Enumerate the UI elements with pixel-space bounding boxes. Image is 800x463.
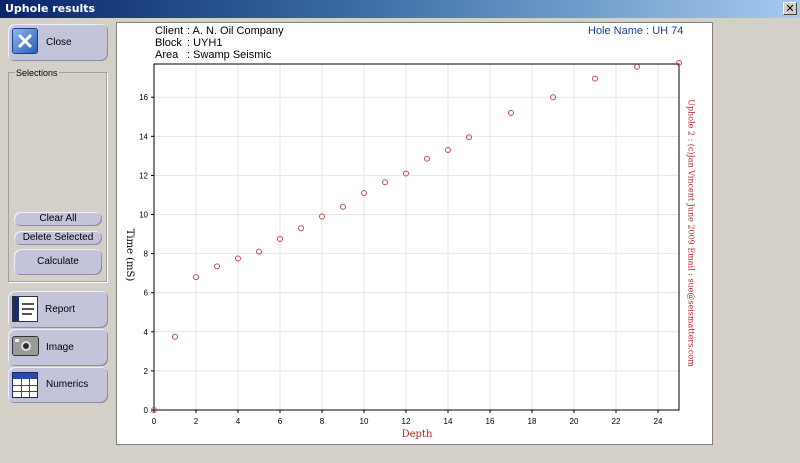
y-tick-label: 8 (144, 250, 149, 259)
x-tick-label: 14 (444, 417, 453, 426)
plot-panel: Client: A. N. Oil Company Block: UYH1 Ar… (116, 22, 713, 445)
delete-selected-button[interactable]: Delete Selected (14, 231, 102, 245)
image-button[interactable]: Image (8, 329, 108, 366)
clear-all-button[interactable]: Clear All (14, 212, 102, 226)
data-point (298, 225, 304, 232)
data-point (466, 134, 472, 141)
x-tick-label: 20 (570, 417, 579, 426)
numerics-button[interactable]: Numerics (8, 367, 108, 403)
data-point (508, 109, 514, 116)
camera-icon (12, 336, 39, 356)
y-tick-label: 2 (144, 367, 149, 376)
y-tick-label: 0 (144, 406, 149, 415)
x-tick-label: 18 (528, 417, 537, 426)
close-label: Close (46, 37, 72, 48)
close-button[interactable]: Close (8, 24, 108, 61)
y-tick-label: 6 (144, 289, 149, 298)
window-close-button[interactable]: ✕ (783, 2, 797, 15)
y-tick-label: 10 (139, 211, 148, 220)
x-tick-label: 6 (278, 417, 283, 426)
x-tick-label: 16 (486, 417, 495, 426)
report-button[interactable]: Report (8, 291, 108, 328)
x-tick-label: 0 (152, 417, 157, 426)
y-axis-ticks: 0 2 4 6 8 10 12 14 16 (139, 93, 154, 415)
data-point (172, 333, 178, 340)
table-icon (12, 372, 38, 398)
y-tick-label: 4 (144, 328, 149, 337)
x-tick-label: 2 (194, 417, 199, 426)
x-tick-label: 10 (360, 417, 369, 426)
copyright-text: Uphole 2 : (c)Jan Vincent June 2009 Emai… (686, 99, 696, 367)
y-tick-label: 16 (139, 93, 148, 102)
y-tick-label: 14 (139, 132, 148, 141)
x-tick-label: 12 (402, 417, 411, 426)
x-axis-ticks: 0 2 4 6 8 10 12 14 16 18 20 22 24 (152, 410, 663, 426)
report-icon (12, 296, 38, 322)
title-bar: Uphole results ✕ (0, 0, 800, 18)
selections-label: Selections (15, 68, 59, 78)
data-point (634, 63, 640, 70)
data-points (151, 60, 682, 413)
close-icon (12, 28, 38, 54)
x-axis-label: Depth (402, 429, 433, 440)
data-point (592, 75, 598, 82)
chart-grid (153, 64, 679, 411)
uphole-chart: 0 2 4 6 8 10 12 14 16 18 20 22 24 0246810121416 Dept… (124, 60, 682, 440)
x-tick-label: 8 (320, 417, 325, 426)
x-tick-label: 22 (612, 417, 621, 426)
data-point (424, 155, 430, 162)
x-tick-label: 4 (236, 417, 241, 426)
window-title: Uphole results (5, 2, 96, 15)
x-tick-label: 24 (654, 417, 663, 426)
image-label: Image (46, 342, 74, 353)
report-label: Report (45, 304, 76, 315)
data-point (214, 263, 220, 270)
y-tick-label: 12 (139, 171, 148, 180)
numerics-label: Numerics (46, 379, 89, 390)
data-point (340, 203, 346, 210)
plot-frame (153, 63, 680, 411)
y-axis-label: Time (mS) (124, 229, 135, 282)
calculate-button[interactable]: Calculate (14, 249, 102, 275)
data-point (382, 179, 388, 186)
